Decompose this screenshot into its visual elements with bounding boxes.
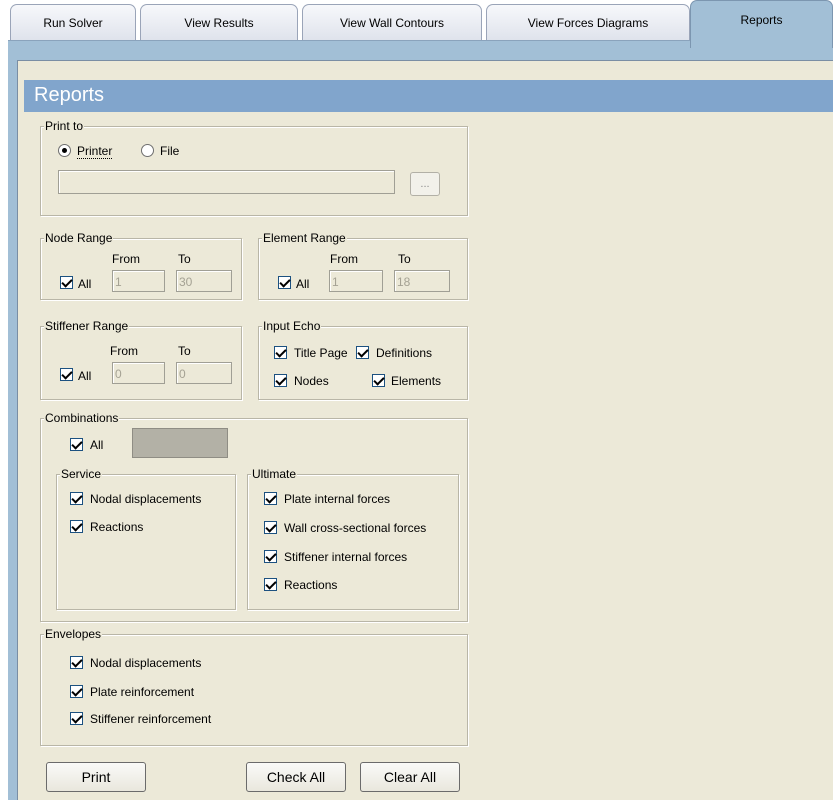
stiffener-all-checkbox[interactable]: [60, 368, 73, 381]
element-from-input[interactable]: [329, 270, 383, 292]
service-legend: Service: [60, 467, 103, 481]
wall-cross-sectional-forces-label: Wall cross-sectional forces: [284, 521, 427, 535]
file-radio-label[interactable]: File: [160, 144, 179, 158]
wall-cross-sectional-forces-checkbox[interactable]: [264, 521, 277, 534]
combinations-all-checkbox[interactable]: [70, 438, 83, 451]
element-to-label: To: [398, 252, 411, 266]
tab-reports[interactable]: Reports: [690, 0, 833, 48]
stiffener-to-label: To: [178, 344, 191, 358]
plate-internal-forces-checkbox[interactable]: [264, 492, 277, 505]
stiffener-reinforcement-checkbox[interactable]: [70, 712, 83, 725]
service-nodal-displacements-label: Nodal displacements: [90, 492, 202, 506]
title-page-label: Title Page: [294, 346, 348, 360]
element-all-checkbox[interactable]: [278, 276, 291, 289]
file-path-input[interactable]: [58, 170, 395, 194]
tab-view-wall-contours[interactable]: View Wall Contours: [302, 4, 482, 40]
stiffener-from-label: From: [110, 344, 138, 358]
definitions-label: Definitions: [376, 346, 433, 360]
stiffener-range-legend: Stiffener Range: [44, 319, 130, 333]
node-to-input[interactable]: [176, 270, 232, 292]
stiffener-all-label: All: [78, 369, 92, 383]
tab-view-results[interactable]: View Results: [140, 4, 298, 40]
plate-reinforcement-checkbox[interactable]: [70, 685, 83, 698]
nodes-checkbox[interactable]: [274, 374, 287, 387]
combinations-legend: Combinations: [44, 411, 120, 425]
stiffener-from-input[interactable]: [112, 362, 165, 384]
element-from-label: From: [330, 252, 358, 266]
element-range-legend: Element Range: [262, 231, 347, 245]
plate-internal-forces-label: Plate internal forces: [284, 492, 391, 506]
input-echo-group: Input Echo: [258, 319, 468, 400]
node-range-legend: Node Range: [44, 231, 114, 245]
page-title: Reports: [24, 80, 833, 112]
ultimate-reactions-checkbox[interactable]: [264, 578, 277, 591]
elements-label: Elements: [391, 374, 442, 388]
tab-strip: Run Solver View Results View Wall Contou…: [0, 0, 833, 48]
printer-radio-label[interactable]: Printer: [77, 144, 113, 159]
check-all-button[interactable]: Check All: [246, 762, 346, 792]
stiffener-to-input[interactable]: [176, 362, 232, 384]
nodes-label: Nodes: [294, 374, 329, 388]
node-to-label: To: [178, 252, 191, 266]
plate-reinforcement-label: Plate reinforcement: [90, 685, 195, 699]
stiffener-internal-forces-label: Stiffener internal forces: [284, 550, 408, 564]
envelope-nodal-displacements-label: Nodal displacements: [90, 656, 202, 670]
element-to-input[interactable]: [394, 270, 450, 292]
node-all-label: All: [78, 277, 92, 291]
file-radio[interactable]: [141, 144, 154, 157]
elements-checkbox[interactable]: [372, 374, 385, 387]
ultimate-reactions-label: Reactions: [284, 578, 338, 592]
print-to-legend: Print to: [44, 119, 85, 133]
clear-all-button[interactable]: Clear All: [360, 762, 460, 792]
definitions-checkbox[interactable]: [356, 346, 369, 359]
stiffener-reinforcement-label: Stiffener reinforcement: [90, 712, 212, 726]
tab-view-forces-diagrams[interactable]: View Forces Diagrams: [486, 4, 690, 40]
combinations-select-button[interactable]: [132, 428, 228, 458]
stiffener-internal-forces-checkbox[interactable]: [264, 550, 277, 563]
printer-radio[interactable]: [58, 144, 71, 157]
browse-button[interactable]: ...: [410, 172, 440, 196]
node-all-checkbox[interactable]: [60, 276, 73, 289]
service-nodal-displacements-checkbox[interactable]: [70, 492, 83, 505]
element-all-label: All: [296, 277, 310, 291]
ultimate-legend: Ultimate: [251, 467, 298, 481]
node-from-label: From: [112, 252, 140, 266]
envelopes-legend: Envelopes: [44, 627, 103, 641]
tab-run-solver[interactable]: Run Solver: [10, 4, 136, 40]
envelope-nodal-displacements-checkbox[interactable]: [70, 656, 83, 669]
combinations-all-label: All: [90, 438, 104, 452]
title-page-checkbox[interactable]: [274, 346, 287, 359]
service-reactions-label: Reactions: [90, 520, 144, 534]
service-reactions-checkbox[interactable]: [70, 520, 83, 533]
input-echo-legend: Input Echo: [262, 319, 322, 333]
print-button[interactable]: Print: [46, 762, 146, 792]
node-from-input[interactable]: [112, 270, 165, 292]
